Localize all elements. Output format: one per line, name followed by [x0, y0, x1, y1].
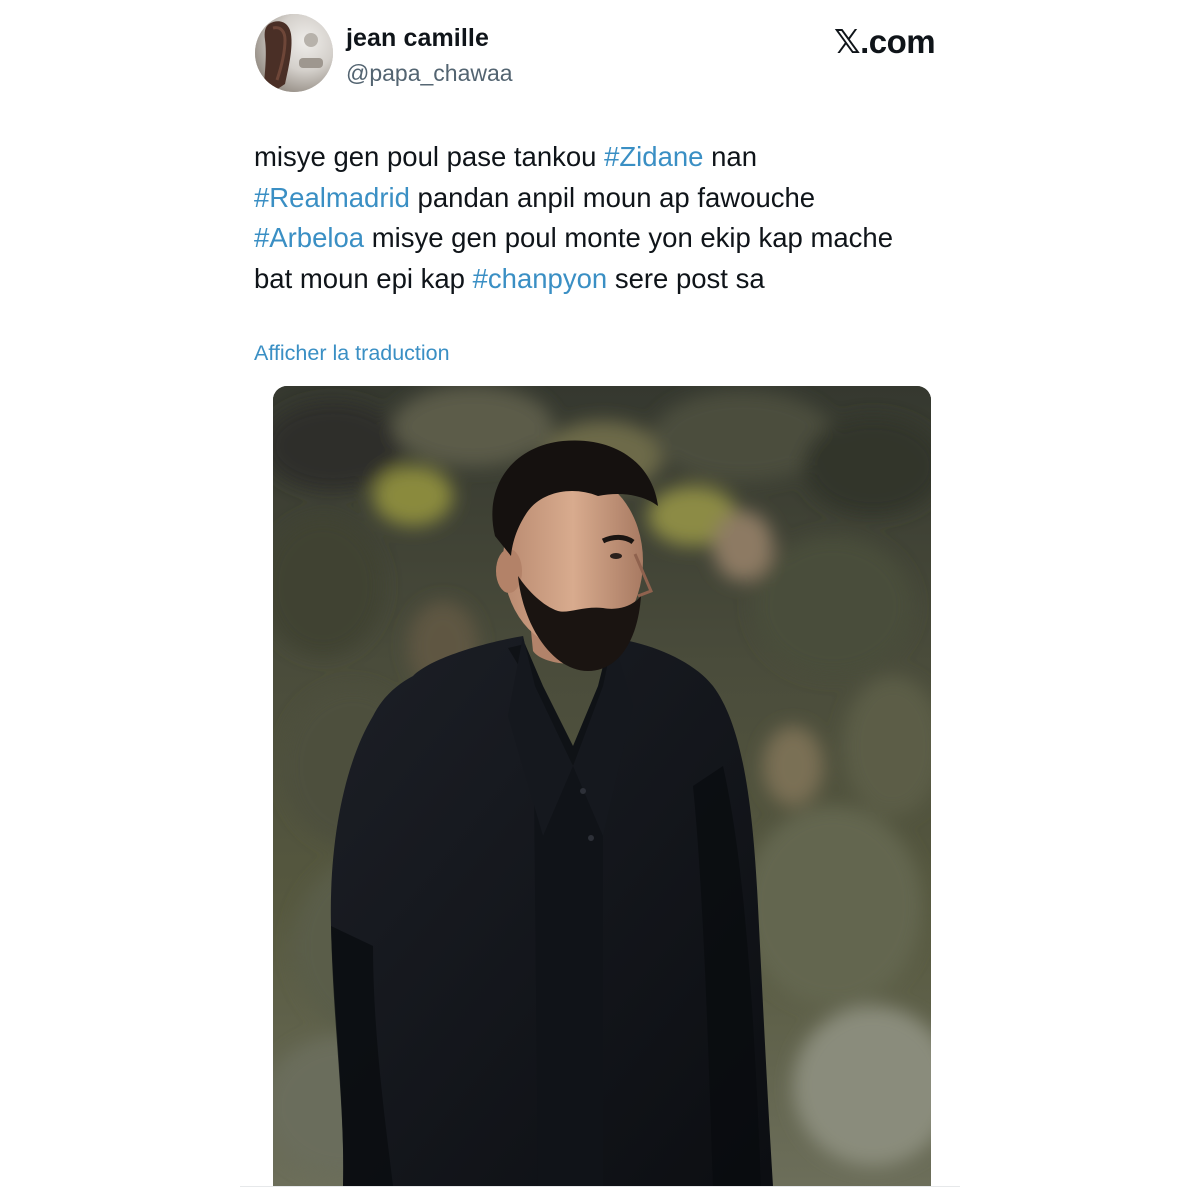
hashtag-link[interactable]: #Zidane [604, 141, 703, 172]
avatar[interactable] [255, 14, 333, 92]
tweet-text-segment: misye gen poul pase tankou [254, 141, 605, 172]
tweet-screenshot: jean camille @papa_chawaa 𝕏.com misye ge… [0, 0, 1199, 1200]
tweet-text-line: misye gen poul pase tankou #Zidane nan [254, 137, 974, 178]
tweet-text-segment: sere post sa [607, 262, 765, 294]
photo-image [273, 386, 931, 1186]
tweet-text-line: #Arbeloa misye gen poul monte yon ekip k… [254, 218, 974, 259]
tweet-text-segment: bat moun epi kap [254, 262, 473, 294]
x-logo-icon: 𝕏.com [834, 23, 936, 60]
divider [240, 1186, 960, 1187]
hashtag-link[interactable]: #chanpyon [473, 263, 608, 294]
author-handle[interactable]: @papa_chawaa [346, 60, 513, 87]
tweet-text-segment: misye gen poul monte yon ekip kap mache [364, 222, 893, 253]
tweet-text-segment: nan [703, 141, 758, 172]
tweet-photo[interactable] [273, 386, 931, 1186]
hashtag-link[interactable]: #Arbeloa [254, 222, 364, 253]
tweet-text: misye gen poul pase tankou #Zidane nan #… [254, 137, 974, 299]
tweet-text-segment: pandan anpil moun ap fawouche [409, 181, 816, 213]
tweet-text-line: bat moun epi kap #chanpyon sere post sa [254, 259, 974, 300]
hashtag-link[interactable]: #Realmadrid [254, 182, 410, 213]
avatar-image [255, 14, 333, 92]
show-translation-link[interactable]: Afficher la traduction [254, 341, 450, 366]
author-display-name[interactable]: jean camille [346, 24, 489, 53]
tweet-text-line: #Realmadrid pandan anpil moun ap fawouch… [254, 178, 974, 219]
